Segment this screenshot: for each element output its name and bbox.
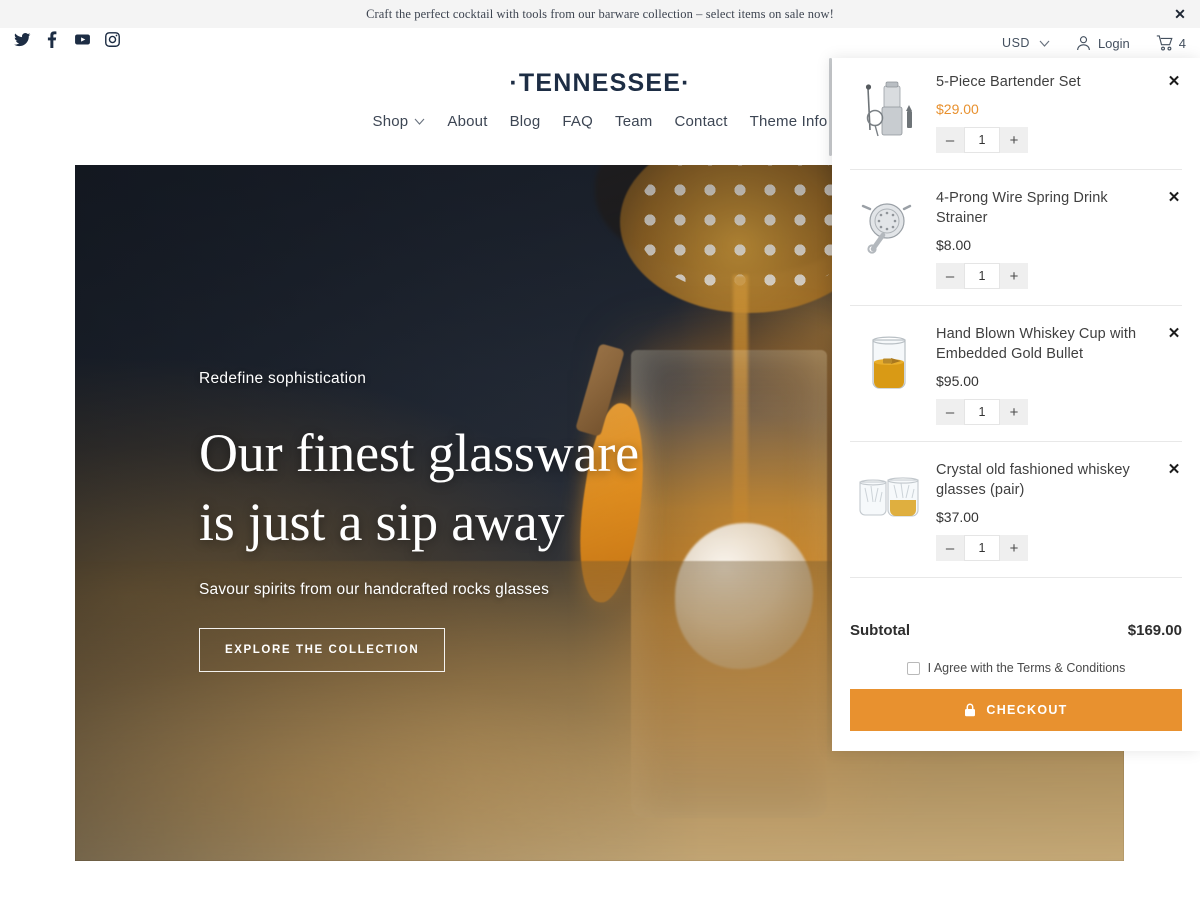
nav-item-shop[interactable]: Shop <box>373 113 426 130</box>
cart-item-price: $8.00 <box>936 237 972 253</box>
quantity-increase-button[interactable]: + <box>1000 263 1028 289</box>
cart-item-info: 4-Prong Wire Spring Drink Strainer $8.00… <box>936 188 1182 289</box>
close-icon[interactable]: ✕ <box>1172 6 1188 22</box>
strainer-thumb <box>850 188 928 266</box>
nav-item-about[interactable]: About <box>447 113 487 130</box>
instagram-icon[interactable] <box>104 31 121 48</box>
terms-row: I Agree with the Terms & Conditions <box>850 655 1182 689</box>
cart-item-info: Hand Blown Whiskey Cup with Embedded Gol… <box>936 324 1182 425</box>
cart-item-price: $95.00 <box>936 373 979 389</box>
remove-item-icon[interactable]: ✕ <box>1166 73 1182 89</box>
quantity-stepper: – 1 + <box>936 263 1028 289</box>
cart-item-list: 5-Piece Bartender Set $29.00 – 1 + ✕ 4-P… <box>832 58 1200 578</box>
cart-count: 4 <box>1178 35 1186 51</box>
currency-value: USD <box>1002 36 1030 50</box>
quantity-decrease-button[interactable]: – <box>936 263 964 289</box>
login-label: Login <box>1097 35 1130 51</box>
nav-label: FAQ <box>562 113 593 130</box>
facebook-icon[interactable] <box>44 31 61 48</box>
explore-collection-button[interactable]: EXPLORE THE COLLECTION <box>199 628 446 672</box>
page-root: Craft the perfect cocktail with tools fr… <box>0 0 1200 900</box>
checkout-button[interactable]: CHECKOUT <box>850 689 1182 731</box>
cart-item-price: $29.00 <box>936 101 979 117</box>
quantity-stepper: – 1 + <box>936 127 1028 153</box>
announcement-bar: Craft the perfect cocktail with tools fr… <box>0 0 1200 28</box>
subtotal-value: $169.00 <box>1127 622 1182 639</box>
quantity-increase-button[interactable]: + <box>1000 127 1028 153</box>
quantity-increase-button[interactable]: + <box>1000 399 1028 425</box>
cart-item-title: 5-Piece Bartender Set <box>936 74 1081 90</box>
social-links <box>14 31 121 48</box>
nav-label: About <box>447 113 488 130</box>
nav-item-team[interactable]: Team <box>615 113 652 130</box>
user-icon <box>1077 36 1090 51</box>
hero-kicker: Redefine sophistication <box>199 370 367 387</box>
remove-item-icon[interactable]: ✕ <box>1166 189 1182 205</box>
chevron-down-icon <box>1039 40 1050 47</box>
cart-item: Hand Blown Whiskey Cup with Embedded Gol… <box>850 306 1182 442</box>
quantity-increase-button[interactable]: + <box>1000 535 1028 561</box>
remove-item-icon[interactable]: ✕ <box>1166 325 1182 341</box>
nav-item-blog[interactable]: Blog <box>510 113 541 130</box>
hero-subtitle: Savour spirits from our handcrafted rock… <box>199 581 550 598</box>
hero-title-line-2: is just a sip away <box>199 492 565 552</box>
terms-checkbox[interactable] <box>906 661 920 675</box>
remove-item-icon[interactable]: ✕ <box>1166 461 1182 477</box>
cart-item-title: Hand Blown Whiskey Cup with Embedded Gol… <box>936 326 1137 362</box>
cart-link[interactable]: 4 <box>1156 35 1186 51</box>
nav-label: Theme Info <box>749 113 828 130</box>
cart-item-price: $37.00 <box>936 509 979 525</box>
quantity-value[interactable]: 1 <box>964 263 1000 289</box>
cart-drawer: 5-Piece Bartender Set $29.00 – 1 + ✕ 4-P… <box>832 58 1200 751</box>
announcement-text: Craft the perfect cocktail with tools fr… <box>366 6 834 21</box>
cart-item: 4-Prong Wire Spring Drink Strainer $8.00… <box>850 170 1182 306</box>
nav-item-contact[interactable]: Contact <box>674 113 727 130</box>
utility-right: USD Login 4 <box>1002 28 1186 58</box>
nav-item-theme-info[interactable]: Theme Info <box>750 113 828 130</box>
nav-item-faq[interactable]: FAQ <box>562 113 593 130</box>
hero-content: Redefine sophistication Our finest glass… <box>199 370 669 672</box>
quantity-value[interactable]: 1 <box>964 535 1000 561</box>
lock-icon <box>965 703 976 717</box>
quantity-stepper: – 1 + <box>936 399 1028 425</box>
utility-bar: USD Login 4 <box>0 28 1200 58</box>
cart-item-title: 4-Prong Wire Spring Drink Strainer <box>936 190 1108 226</box>
quantity-value[interactable]: 1 <box>964 127 1000 153</box>
subtotal-row: Subtotal $169.00 <box>850 604 1182 655</box>
youtube-icon[interactable] <box>74 31 91 48</box>
chevron-down-icon <box>414 118 425 125</box>
nav-label: Team <box>615 113 653 130</box>
quantity-value[interactable]: 1 <box>964 399 1000 425</box>
terms-label: I Agree with the Terms & Conditions <box>927 661 1126 675</box>
bartender-set-thumb <box>850 72 928 150</box>
cart-item-title: Crystal old fashioned whiskey glasses (p… <box>936 462 1130 498</box>
cart-item-info: Crystal old fashioned whiskey glasses (p… <box>936 460 1182 561</box>
subtotal-label: Subtotal <box>850 622 910 639</box>
whiskey-cup-thumb <box>850 324 928 402</box>
cart-footer: Subtotal $169.00 I Agree with the Terms … <box>832 604 1200 751</box>
quantity-decrease-button[interactable]: – <box>936 127 964 153</box>
cart-item-info: 5-Piece Bartender Set $29.00 – 1 + <box>936 72 1182 153</box>
twitter-icon[interactable] <box>14 31 31 48</box>
nav-label: Blog <box>509 113 541 130</box>
quantity-decrease-button[interactable]: – <box>936 535 964 561</box>
checkout-label: CHECKOUT <box>986 703 1068 717</box>
hero-title: Our finest glassware is just a sip away <box>199 419 669 557</box>
cart-icon <box>1156 35 1173 51</box>
hero-title-line-1: Our finest glassware <box>199 423 639 483</box>
login-link[interactable]: Login <box>1076 35 1130 51</box>
currency-selector[interactable]: USD <box>1002 36 1050 50</box>
quantity-decrease-button[interactable]: – <box>936 399 964 425</box>
crystal-glasses-thumb <box>850 460 928 538</box>
quantity-stepper: – 1 + <box>936 535 1028 561</box>
nav-label: Shop <box>372 113 409 130</box>
cart-item: 5-Piece Bartender Set $29.00 – 1 + ✕ <box>850 58 1182 170</box>
cart-item: Crystal old fashioned whiskey glasses (p… <box>850 442 1182 578</box>
nav-label: Contact <box>674 113 728 130</box>
